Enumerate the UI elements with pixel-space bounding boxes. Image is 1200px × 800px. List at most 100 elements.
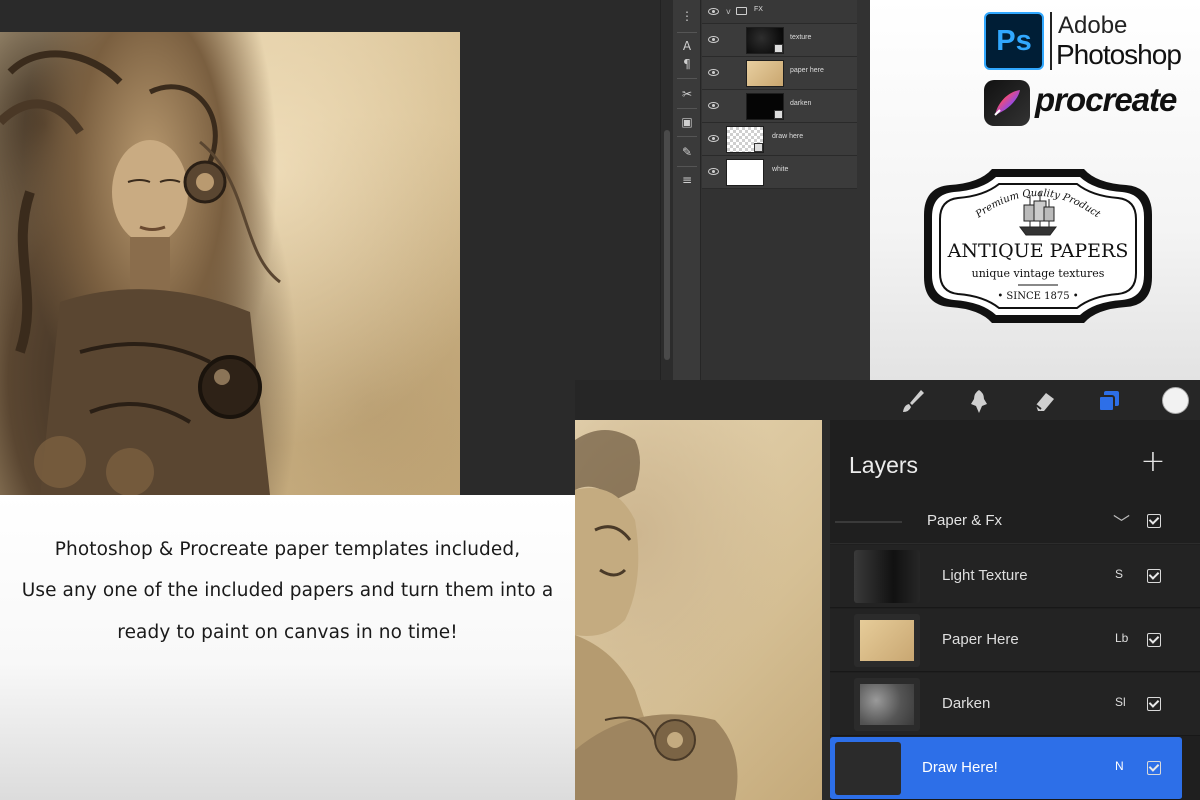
layer-row-white[interactable]: white	[702, 156, 857, 189]
group-name: FX	[754, 6, 763, 13]
folder-icon	[736, 7, 747, 15]
caption-panel: Photoshop & Procreate paper templates in…	[0, 495, 575, 800]
layer-row-darken[interactable]: Darken Sl	[830, 673, 1200, 736]
photoshop-tool-strip: ⋮ A ¶ ✂ ▣ ✎ ≡	[673, 0, 701, 380]
eye-icon[interactable]	[708, 69, 719, 76]
eraser-icon[interactable]	[1030, 387, 1058, 415]
badge-since: • SINCE 1875 •	[997, 291, 1078, 302]
visibility-checkbox[interactable]	[1147, 761, 1161, 775]
visibility-checkbox[interactable]	[1147, 514, 1161, 528]
add-layer-button[interactable]: +	[1140, 447, 1166, 477]
eye-icon[interactable]	[708, 168, 719, 175]
layer-thumbnail	[746, 27, 784, 54]
procreate-wordmark: procreate	[1035, 81, 1177, 118]
badge-title: ANTIQUE PAPERS	[947, 240, 1129, 262]
photoshop-wordmark: Photoshop	[1056, 39, 1182, 70]
antique-papers-badge: Premium Quality Product ANTIQUE PAPERS u…	[924, 169, 1152, 323]
layer-thumbnail	[746, 93, 784, 120]
procreate-toolbar	[575, 380, 1200, 420]
scrollbar-thumb[interactable]	[664, 130, 670, 360]
procreate-logo-icon	[984, 80, 1030, 126]
layer-group-paper-fx[interactable]: Paper & Fx ﹀	[830, 500, 1200, 544]
tool-divider	[677, 32, 697, 33]
branding-area: Ps Adobe Photoshop procreate Premium Qua…	[870, 0, 1200, 380]
photoshop-logo-letters: Ps	[996, 25, 1032, 57]
layer-thumbnail	[854, 614, 920, 667]
tool-divider	[677, 108, 697, 109]
adjustments-icon[interactable]: ≡	[677, 170, 697, 190]
blend-mode-button[interactable]: S	[1115, 567, 1123, 581]
tool-divider	[677, 78, 697, 79]
tools-icon[interactable]: ✂	[677, 84, 697, 104]
layer-group-fx[interactable]: v FX	[702, 0, 857, 24]
character-icon[interactable]: A	[677, 36, 697, 56]
smart-object-icon	[774, 44, 783, 53]
eye-icon[interactable]	[708, 36, 719, 43]
layer-row-light-texture[interactable]: Light Texture S	[830, 545, 1200, 608]
layer-name: Paper Here	[942, 631, 1019, 648]
layer-thumbnail	[726, 126, 764, 153]
brush-icon[interactable]	[899, 387, 927, 415]
caption-line: Photoshop & Procreate paper templates in…	[54, 539, 521, 560]
brush-settings-icon[interactable]: ✎	[677, 142, 697, 162]
caption-line: ready to paint on canvas in no time!	[117, 622, 458, 643]
paragraph-icon[interactable]: ¶	[677, 54, 697, 74]
layer-thumbnail	[835, 742, 901, 795]
layer-name: Draw Here!	[922, 759, 998, 776]
layer-thumbnail	[854, 550, 920, 603]
photoshop-logo-icon: Ps	[984, 12, 1044, 70]
visibility-checkbox[interactable]	[1147, 633, 1161, 647]
layer-row-paper-here[interactable]: Paper Here Lb	[830, 609, 1200, 672]
logo-divider	[1050, 12, 1052, 70]
tool-divider	[677, 136, 697, 137]
color-picker-button[interactable]	[1162, 387, 1189, 414]
layer-name: white	[772, 166, 789, 173]
photoshop-layer-list: v FX texture paper here darken draw here	[702, 0, 857, 189]
group-name: Paper & Fx	[927, 512, 1003, 529]
blend-mode-button[interactable]: Lb	[1115, 631, 1128, 645]
smart-object-icon	[754, 143, 763, 152]
chevron-down-icon[interactable]: ﹀	[1113, 509, 1130, 534]
eye-icon[interactable]	[708, 7, 719, 15]
adobe-wordmark: Adobe	[1058, 12, 1128, 39]
layer-thumbnail	[854, 678, 920, 731]
canvas-edge	[822, 420, 830, 800]
layer-name: paper here	[790, 67, 824, 74]
layer-row-draw-here[interactable]: Draw Here! N	[830, 737, 1182, 800]
badge-subtitle: unique vintage textures	[972, 267, 1105, 280]
procreate-canvas[interactable]	[575, 420, 830, 800]
layer-row-draw-here[interactable]: draw here	[702, 123, 857, 156]
panel-scrollbar[interactable]	[661, 0, 673, 380]
layer-row-paper-here[interactable]: paper here	[702, 57, 857, 90]
layer-row-darken[interactable]: darken	[702, 90, 857, 123]
procreate-window: Layers + Paper & Fx ﹀ Light Texture S Pa…	[575, 380, 1200, 800]
group-thumbnail	[835, 521, 902, 523]
clone-source-icon[interactable]: ▣	[677, 112, 697, 132]
tool-divider	[677, 166, 697, 167]
chevron-down-icon[interactable]: v	[726, 7, 731, 16]
caption-line: Use any one of the included papers and t…	[21, 580, 554, 601]
layer-name: Light Texture	[942, 567, 1028, 584]
smart-object-icon	[774, 110, 783, 119]
blend-mode-button[interactable]: N	[1115, 759, 1124, 773]
layer-name: darken	[790, 100, 812, 107]
eye-icon[interactable]	[708, 135, 719, 142]
layer-name: texture	[790, 34, 812, 41]
smudge-icon[interactable]	[965, 387, 993, 415]
layer-thumbnail	[726, 159, 764, 186]
eye-icon[interactable]	[708, 102, 719, 109]
layers-title: Layers	[849, 452, 919, 478]
layer-name: draw here	[772, 133, 804, 140]
photoshop-canvas-area	[0, 0, 660, 495]
cyborg-artwork	[0, 32, 300, 495]
photoshop-layers-panel: ⋮ A ¶ ✂ ▣ ✎ ≡ v FX texture paper here da…	[660, 0, 870, 380]
layer-name: Darken	[942, 695, 991, 712]
statue-artwork	[575, 430, 738, 800]
visibility-checkbox[interactable]	[1147, 697, 1161, 711]
layer-row-texture[interactable]: texture	[702, 24, 857, 57]
visibility-checkbox[interactable]	[1147, 569, 1161, 583]
blend-mode-button[interactable]: Sl	[1115, 695, 1126, 709]
properties-icon[interactable]: ⋮	[677, 6, 697, 26]
procreate-layers-panel: Layers + Paper & Fx ﹀ Light Texture S Pa…	[830, 420, 1200, 800]
layers-icon[interactable]	[1095, 387, 1123, 415]
